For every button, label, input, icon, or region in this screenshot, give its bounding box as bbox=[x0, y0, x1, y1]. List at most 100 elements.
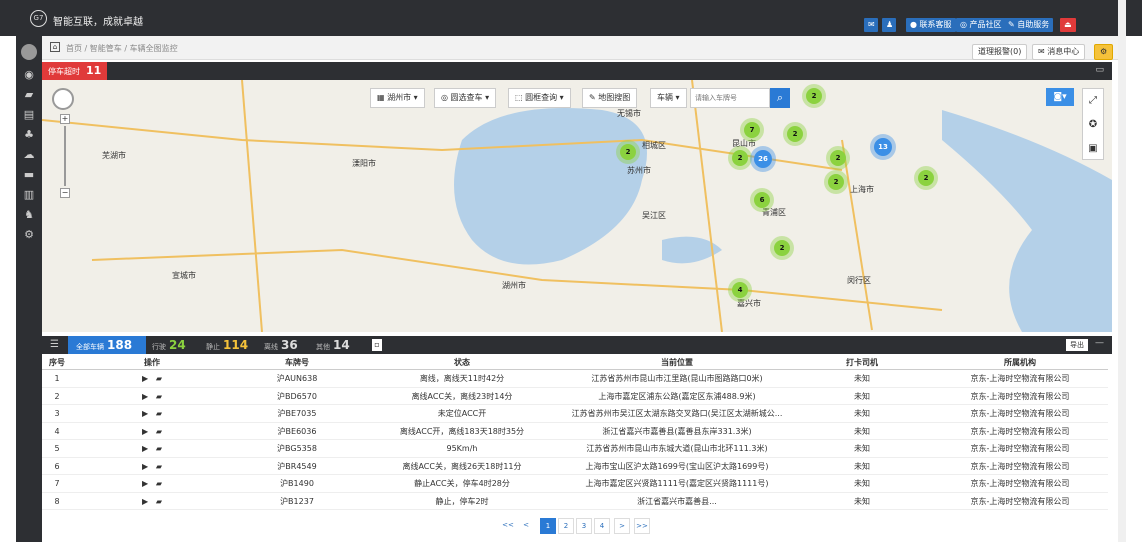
trash-icon[interactable]: ▥ bbox=[21, 188, 37, 202]
truck-icon[interactable]: ▰ bbox=[156, 497, 162, 506]
city-dropdown[interactable]: ▦ 湖州市 ▾ bbox=[370, 88, 425, 108]
export-button[interactable]: 导出 bbox=[1066, 339, 1088, 351]
vehicle-cluster[interactable]: 2 bbox=[828, 174, 844, 190]
home-icon[interactable]: ⌂ bbox=[50, 42, 60, 52]
search-icon[interactable]: ⌕ bbox=[770, 88, 790, 108]
users-icon[interactable]: ♞ bbox=[21, 208, 37, 222]
box-query-dropdown[interactable]: ⬚ 圆框查询 ▾ bbox=[508, 88, 571, 108]
vehicle-cluster[interactable]: 6 bbox=[754, 192, 770, 208]
table-cell: 未知 bbox=[854, 374, 870, 383]
table-row[interactable]: 6 沪BR4549 离线ACC关，离线26天18时11分 上海市宝山区沪太路1699号… bbox=[42, 458, 1108, 475]
truck-icon[interactable]: ▰ bbox=[156, 462, 162, 471]
zoom-in-icon[interactable]: + bbox=[60, 114, 70, 124]
message-center-button[interactable]: ✉ 消息中心 bbox=[1032, 44, 1086, 60]
play-icon[interactable]: ▶ bbox=[142, 427, 148, 436]
play-icon[interactable]: ▶ bbox=[142, 409, 148, 418]
vehicle-cluster[interactable]: 13 bbox=[874, 138, 892, 156]
gear-icon[interactable]: ⚙ bbox=[1094, 44, 1114, 60]
tab-stopped[interactable]: 静止 114 bbox=[206, 336, 248, 354]
table-row[interactable]: 7 沪B1490 静止ACC关，停车4时28分 上海市嘉定区兴贤路1111号(嘉定区兴… bbox=[42, 475, 1108, 493]
vehicle-cluster[interactable]: 2 bbox=[732, 150, 748, 166]
settings-icon[interactable]: ⚙ bbox=[21, 228, 37, 242]
vehicle-cluster[interactable]: 2 bbox=[787, 126, 803, 142]
contact-service-button[interactable]: ● 联系客服 bbox=[906, 18, 956, 32]
table-row[interactable]: 4 沪BE6036 离线ACC开，离线183天18时35分 浙江省嘉兴市嘉善县(嘉善县… bbox=[42, 423, 1108, 440]
avatar[interactable] bbox=[21, 44, 37, 60]
truck-icon[interactable]: ▰ bbox=[156, 392, 162, 401]
pan-control[interactable] bbox=[52, 88, 74, 110]
zoom-slider[interactable] bbox=[64, 126, 66, 186]
table-row[interactable]: 1 沪AUN638 离线，离线天11时42分 江苏省苏州市昆山市江里路(昆山市图路路口… bbox=[42, 370, 1108, 388]
truck-icon[interactable]: ▰ bbox=[156, 479, 162, 488]
table-cell: 离线ACC关，离线23时14分 bbox=[411, 391, 513, 401]
logout-icon[interactable]: ⏏ bbox=[1060, 18, 1076, 32]
next-page-button[interactable]: > bbox=[614, 518, 630, 534]
table-row[interactable]: 8 沪B1237 静止，停车2时 浙江省嘉兴市嘉善县... 未知 京东-上海时空物流有限公… bbox=[42, 493, 1108, 510]
plate-search-input[interactable] bbox=[690, 88, 770, 108]
last-page-button[interactable]: >> bbox=[634, 518, 650, 534]
minimize-icon[interactable]: ▭ bbox=[1095, 65, 1104, 75]
play-icon[interactable]: ▶ bbox=[142, 462, 148, 471]
vehicle-cluster[interactable]: 26 bbox=[754, 150, 772, 168]
cloud-icon[interactable]: ☁ bbox=[21, 148, 37, 162]
truck-icon[interactable]: ▰ bbox=[156, 374, 162, 383]
truck-icon[interactable]: ▰ bbox=[156, 444, 162, 453]
mail-icon[interactable]: ✉ bbox=[864, 18, 878, 32]
page-scrollbar[interactable] bbox=[1118, 0, 1126, 542]
folder-icon[interactable]: ▬ bbox=[21, 168, 37, 182]
map-side-tools: ⤢ ✪ ▣ bbox=[1082, 88, 1104, 160]
org-chart-icon[interactable]: ♣ bbox=[21, 128, 37, 142]
page-button[interactable]: 4 bbox=[594, 518, 610, 534]
table-row[interactable]: 3 沪BE7035 未定位ACC开 江苏省苏州市吴江区太湖东路交叉路口(吴江区太湖新城… bbox=[42, 405, 1108, 423]
list-icon[interactable]: ☰ bbox=[50, 339, 59, 350]
play-icon[interactable]: ▶ bbox=[142, 392, 148, 401]
play-icon[interactable]: ▶ bbox=[142, 479, 148, 488]
overtime-alarm-tag[interactable]: 停车超时 11 bbox=[42, 62, 108, 80]
compass-icon[interactable]: ✪ bbox=[1083, 113, 1103, 137]
vehicle-cluster[interactable]: 2 bbox=[806, 88, 822, 104]
tab-driving[interactable]: 行驶 24 bbox=[152, 336, 186, 354]
vehicle-cluster[interactable]: 2 bbox=[774, 240, 790, 256]
fullscreen-icon[interactable]: ⤢ bbox=[1083, 89, 1103, 113]
vehicle-cluster[interactable]: 2 bbox=[918, 170, 934, 186]
col-header[interactable]: 车牌号 bbox=[232, 354, 362, 371]
table-row[interactable]: 2 沪BD6570 离线ACC关，离线23时14分 上海市嘉定区浦东公路(嘉定区东浦4… bbox=[42, 388, 1108, 405]
collapse-icon[interactable]: — bbox=[1095, 338, 1104, 348]
play-icon[interactable]: ▶ bbox=[142, 374, 148, 383]
tab-other[interactable]: 其他 14 bbox=[316, 336, 350, 354]
truck-icon[interactable]: ▰ bbox=[156, 427, 162, 436]
camera-icon[interactable]: ◙▾ bbox=[1046, 88, 1074, 106]
self-service-button[interactable]: ✎ 自助服务 bbox=[1004, 18, 1054, 32]
wrench-icon: ✎ bbox=[1008, 20, 1015, 29]
map-search-button[interactable]: ✎ 地图搜图 bbox=[582, 88, 638, 108]
page-button[interactable]: 1 bbox=[540, 518, 556, 534]
alarm-button[interactable]: 道理报警(0) bbox=[972, 44, 1028, 60]
document-icon[interactable]: ▤ bbox=[21, 108, 37, 122]
vehicle-type-dropdown[interactable]: 车辆 ▾ bbox=[650, 88, 687, 108]
eye-icon[interactable]: ◉ bbox=[21, 68, 37, 82]
traffic-light-icon[interactable]: ▣ bbox=[1083, 137, 1103, 161]
product-community-button[interactable]: ◎ 产品社区 bbox=[956, 18, 1006, 32]
table-cell: 京东-上海时空物流有限公司 bbox=[970, 409, 1070, 418]
map-view[interactable]: 无锡市 苏州市 上海市 湖州市 嘉兴市 芜湖市 宣城市 溧阳市 青浦区 闵行区 … bbox=[42, 80, 1112, 332]
truck-icon[interactable]: ▰ bbox=[156, 409, 162, 418]
prev-page-button[interactable]: < bbox=[518, 518, 534, 534]
page-button[interactable]: 3 bbox=[576, 518, 592, 534]
page-button[interactable]: 2 bbox=[558, 518, 574, 534]
truck-icon[interactable]: ▰ bbox=[21, 88, 37, 102]
highway-4 bbox=[691, 80, 723, 332]
play-icon[interactable]: ▶ bbox=[142, 444, 148, 453]
vehicle-cluster[interactable]: 2 bbox=[830, 150, 846, 166]
area-search-dropdown[interactable]: ◎ 圆选查车 ▾ bbox=[434, 88, 497, 108]
vehicle-cluster[interactable]: 4 bbox=[732, 282, 748, 298]
filter-icon[interactable]: ▫ bbox=[372, 339, 382, 351]
tab-all-vehicles[interactable]: 全部车辆 188 bbox=[68, 336, 146, 354]
tab-offline[interactable]: 离线 36 bbox=[264, 336, 298, 354]
zoom-out-icon[interactable]: − bbox=[60, 188, 70, 198]
play-icon[interactable]: ▶ bbox=[142, 497, 148, 506]
vehicle-cluster[interactable]: 2 bbox=[620, 144, 636, 160]
table-row[interactable]: 5 沪BG5358 95Km/h 江苏省苏州市昆山市东城大道(昆山市北环111.3米)… bbox=[42, 440, 1108, 458]
first-page-button[interactable]: << bbox=[500, 518, 516, 534]
user-icon[interactable]: ♟ bbox=[882, 18, 896, 32]
vehicle-cluster[interactable]: 7 bbox=[744, 122, 760, 138]
